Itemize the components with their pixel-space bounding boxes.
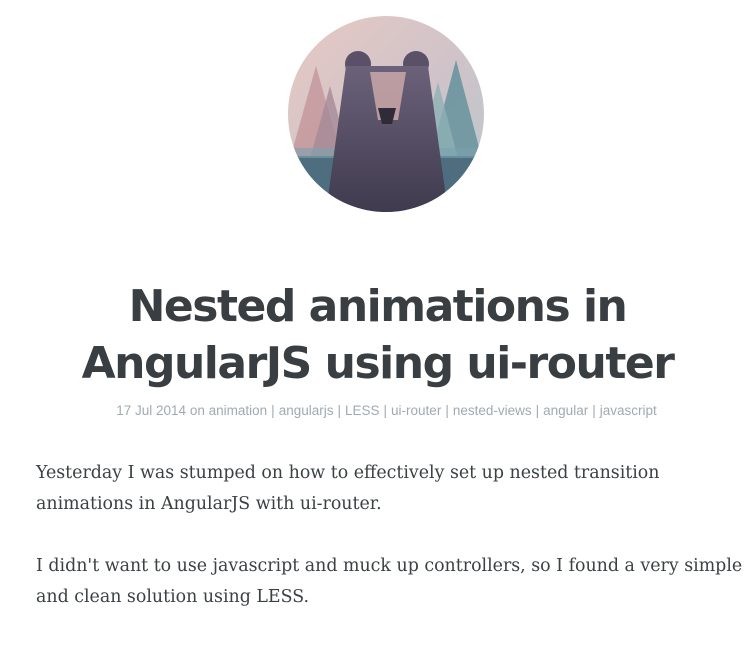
bear-mountains-image xyxy=(288,16,484,212)
tag-link-animation[interactable]: animation xyxy=(209,403,268,418)
post-title: Nested animations in AngularJS using ui-… xyxy=(0,278,755,392)
tag-link-angular[interactable]: angular xyxy=(543,403,588,418)
tag-separator: | xyxy=(535,403,540,418)
post-content: Yesterday I was stumped on how to effect… xyxy=(36,458,748,644)
blog-cover-avatar xyxy=(288,16,484,212)
post-date: 17 Jul 2014 xyxy=(116,403,187,418)
tag-link-less[interactable]: LESS xyxy=(345,403,380,418)
post-title-line-2: AngularJS using ui-router xyxy=(81,338,675,389)
post-paragraph: I didn't want to use javascript and muck… xyxy=(36,556,743,607)
post-meta-on: on xyxy=(189,403,205,418)
tag-separator: | xyxy=(445,403,449,418)
tag-separator: | xyxy=(592,403,596,418)
tag-link-nested-views[interactable]: nested-views xyxy=(453,403,532,418)
tag-link-angularjs[interactable]: angularjs xyxy=(279,403,334,418)
tag-separator: | xyxy=(337,403,341,418)
tag-link-ui-router[interactable]: ui-router xyxy=(391,403,441,418)
tag-separator: | xyxy=(383,403,388,418)
tag-link-javascript[interactable]: javascript xyxy=(600,403,657,418)
post-meta: 17 Jul 2014 on animation | angularjs | LESS |… xyxy=(0,403,755,418)
post-paragraph: Yesterday I was stumped on how to effect… xyxy=(36,463,660,514)
tag-separator: | xyxy=(271,403,275,418)
post-title-line-1: Nested animations in xyxy=(128,281,628,332)
